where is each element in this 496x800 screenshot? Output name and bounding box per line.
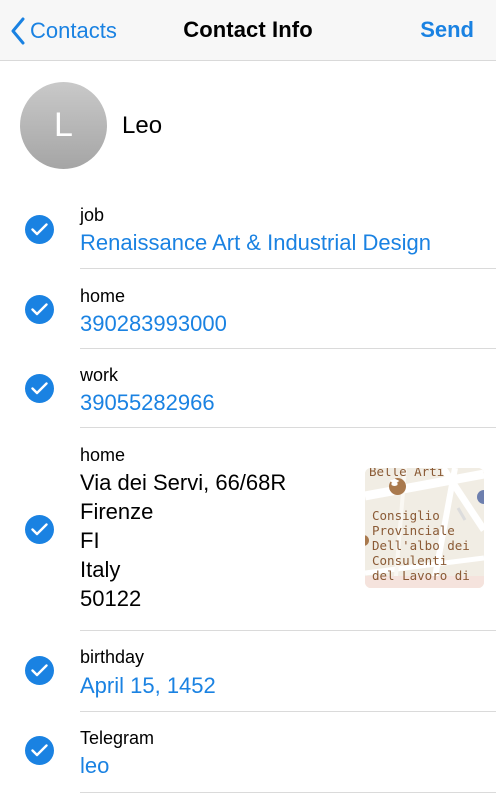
checkmark-icon xyxy=(31,523,48,536)
address-province[interactable]: FI xyxy=(80,528,100,554)
navigation-bar: Contacts Contact Info Send xyxy=(0,0,496,61)
telegram-checkbox[interactable] xyxy=(25,736,54,765)
divider xyxy=(80,427,496,428)
checkmark-icon xyxy=(31,382,48,395)
work-phone-checkbox[interactable] xyxy=(25,374,54,403)
home-phone-label: home xyxy=(80,286,126,306)
checkmark-icon xyxy=(31,664,48,677)
checkmark-icon xyxy=(31,223,48,236)
home-address-checkbox[interactable] xyxy=(25,515,54,544)
work-phone-label: work xyxy=(80,365,119,385)
address-city[interactable]: Firenze xyxy=(80,499,153,525)
home-address-label: home xyxy=(80,445,126,465)
poi-icon xyxy=(477,490,484,504)
divider xyxy=(80,348,496,349)
send-button[interactable]: Send xyxy=(420,17,474,43)
job-value[interactable]: Renaissance Art & Industrial Design xyxy=(80,230,431,256)
telegram-label: Telegram xyxy=(80,728,155,748)
birthday-label: birthday xyxy=(80,647,145,667)
school-icon xyxy=(389,478,406,495)
work-phone-value[interactable]: 39055282966 xyxy=(80,390,215,416)
address-street[interactable]: Via dei Servi, 66/68R xyxy=(80,470,286,496)
avatar-initial: L xyxy=(54,106,73,144)
map-place-line: Consulenti xyxy=(372,553,448,568)
job-checkbox[interactable] xyxy=(25,215,54,244)
divider xyxy=(80,630,496,631)
home-phone-value[interactable]: 390283993000 xyxy=(80,311,227,337)
divider xyxy=(80,711,496,712)
map-place-line: Dell'albo dei xyxy=(372,538,470,553)
home-phone-checkbox[interactable] xyxy=(25,295,54,324)
checkmark-icon xyxy=(31,744,48,757)
avatar: L xyxy=(20,82,107,169)
job-label: job xyxy=(80,205,105,225)
map-place-line: del Lavoro di xyxy=(372,568,470,583)
address-country[interactable]: Italy xyxy=(80,557,120,583)
divider xyxy=(80,792,496,793)
map-place-line: Provinciale xyxy=(372,523,455,538)
address-map-thumbnail[interactable]: Belle Arti Consiglio Provinciale Dell'al… xyxy=(365,468,484,588)
birthday-value[interactable]: April 15, 1452 xyxy=(80,673,216,699)
contact-name: Leo xyxy=(122,112,163,139)
telegram-value[interactable]: leo xyxy=(80,753,109,779)
divider xyxy=(80,268,496,269)
map-place-line: Consiglio xyxy=(372,508,440,523)
address-postal-code[interactable]: 50122 xyxy=(80,586,141,612)
birthday-checkbox[interactable] xyxy=(25,656,54,685)
checkmark-icon xyxy=(31,303,48,316)
map-label-belle-arti: Belle Arti xyxy=(369,468,445,479)
contact-header: L Leo xyxy=(0,60,496,190)
